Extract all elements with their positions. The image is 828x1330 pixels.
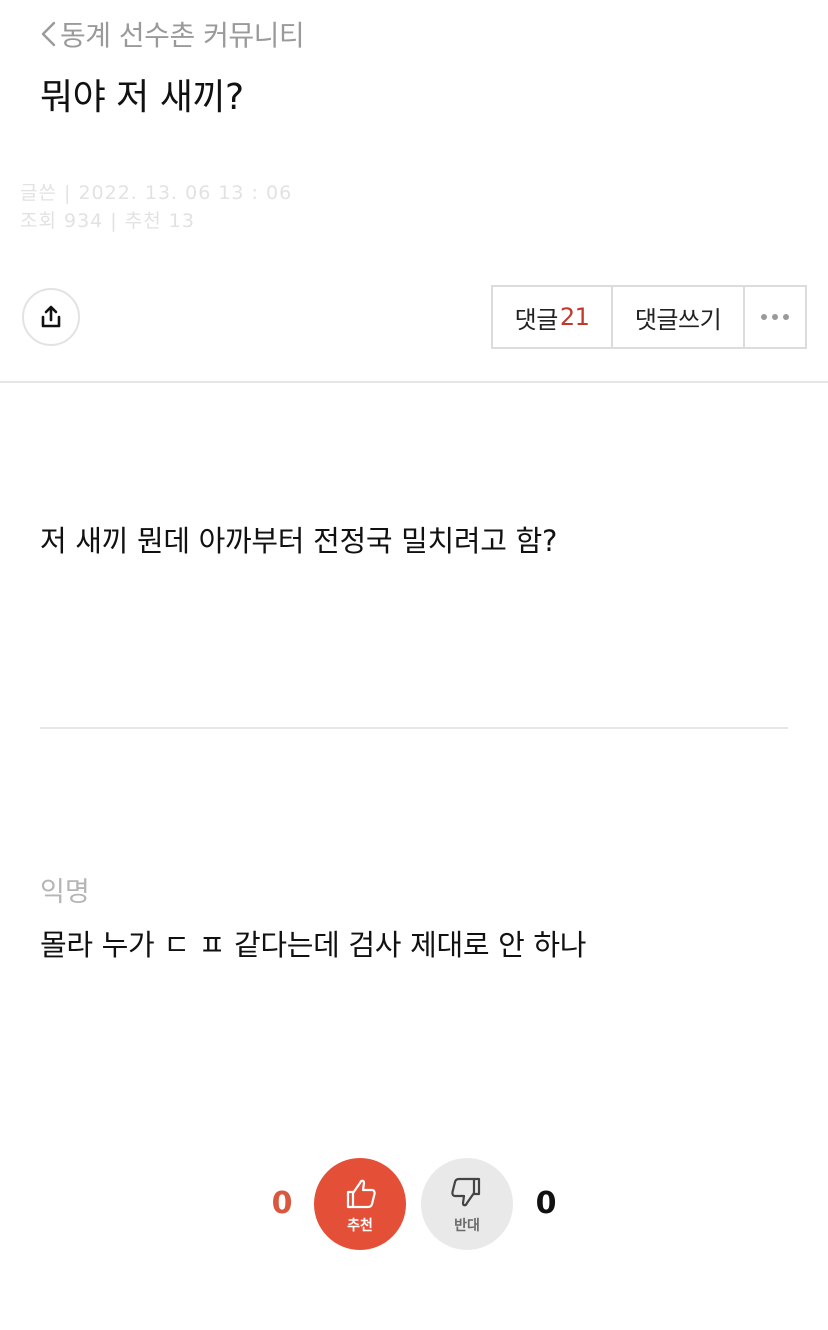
header-divider (0, 381, 828, 383)
post-meta-stats: 조회 934 | 추천 13 (20, 210, 195, 232)
share-icon (41, 305, 61, 328)
write-comment-label: 댓글쓰기 (634, 305, 722, 334)
post-meta-date: 글쓴 | 2022. 13. 06 13 : 06 (20, 182, 293, 204)
downvote-button[interactable]: 반대 (421, 1158, 513, 1250)
upvote-button[interactable]: 추천 (314, 1158, 406, 1250)
chevron-left-icon (41, 21, 56, 47)
more-button[interactable] (745, 287, 805, 347)
thumbs-down-icon (451, 1177, 481, 1207)
comment-text: 몰라 누가 ㄷ ㅍ 같다는데 검사 제대로 안 하나 (40, 928, 587, 962)
post-body: 저 새끼 뭔데 아까부터 전정국 밀치려고 함? (40, 524, 558, 558)
post-action-group: 댓글 21 댓글쓰기 (491, 285, 807, 349)
back-link-label: 동계 선수촌 커뮤니티 (60, 19, 305, 52)
content-divider (40, 727, 788, 729)
downvote-label: 반대 (454, 1218, 480, 1234)
back-link[interactable]: 동계 선수촌 커뮤니티 (38, 14, 305, 54)
post-title: 뭐야 저 새끼? (40, 77, 244, 118)
comments-count: 21 (559, 303, 590, 331)
thumbs-up-icon (346, 1179, 376, 1209)
more-horizontal-icon (761, 314, 789, 320)
comment-author: 익명 (40, 877, 90, 908)
downvote-count: 0 (535, 1186, 557, 1221)
write-comment-button[interactable]: 댓글쓰기 (613, 287, 745, 347)
share-button[interactable] (22, 288, 80, 346)
upvote-count: 0 (271, 1186, 293, 1221)
comments-button[interactable]: 댓글 21 (493, 287, 613, 347)
upvote-label: 추천 (347, 1218, 373, 1234)
comments-label: 댓글 (514, 305, 559, 334)
